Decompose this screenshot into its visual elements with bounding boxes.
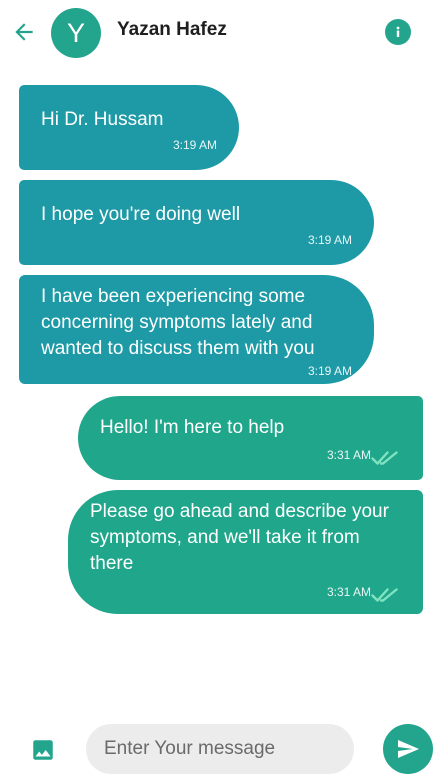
message-time: 3:31 AM (326, 448, 371, 462)
chat-header: Y Yazan Hafez (0, 0, 440, 66)
send-button[interactable] (383, 724, 433, 774)
read-receipt-icon (371, 451, 398, 465)
contact-name[interactable]: Yazan Hafez (117, 19, 227, 41)
message-time: 3:19 AM (172, 138, 217, 152)
send-icon (398, 740, 419, 758)
arrow-left-icon (15, 23, 33, 41)
info-icon (396, 26, 400, 37)
message-text: I hope you're doing well (41, 204, 241, 225)
message-list[interactable]: Hi Dr. Hussam 3:19 AM I hope you're doin… (0, 66, 440, 706)
avatar-initial: Y (66, 17, 85, 48)
message-bubble-incoming[interactable]: Hi Dr. Hussam 3:19 AM (19, 85, 239, 170)
message-time: 3:19 AM (307, 364, 352, 378)
message-text: Hi Dr. Hussam (41, 109, 164, 130)
message-text: I have been experiencing some concerning… (41, 286, 315, 359)
message-input[interactable] (86, 724, 354, 774)
message-bubble-incoming[interactable]: I hope you're doing well 3:19 AM (19, 180, 374, 265)
message-bubble-outgoing[interactable]: Hello! I'm here to help 3:31 AM (78, 396, 423, 480)
message-bubble-outgoing[interactable]: Please go ahead and describe your sympto… (68, 490, 423, 614)
read-receipt-icon (371, 588, 398, 602)
back-button[interactable] (10, 18, 38, 46)
message-text: Hello! I'm here to help (100, 417, 285, 438)
avatar[interactable]: Y (51, 8, 101, 58)
attach-image-button[interactable] (30, 737, 56, 763)
image-icon (33, 740, 53, 760)
message-text: Please go ahead and describe your sympto… (90, 501, 389, 574)
message-time: 3:31 AM (326, 585, 371, 599)
info-button[interactable] (385, 19, 411, 45)
message-time: 3:19 AM (307, 233, 352, 247)
message-composer (0, 714, 440, 783)
message-bubble-incoming[interactable]: I have been experiencing some concerning… (19, 275, 374, 384)
